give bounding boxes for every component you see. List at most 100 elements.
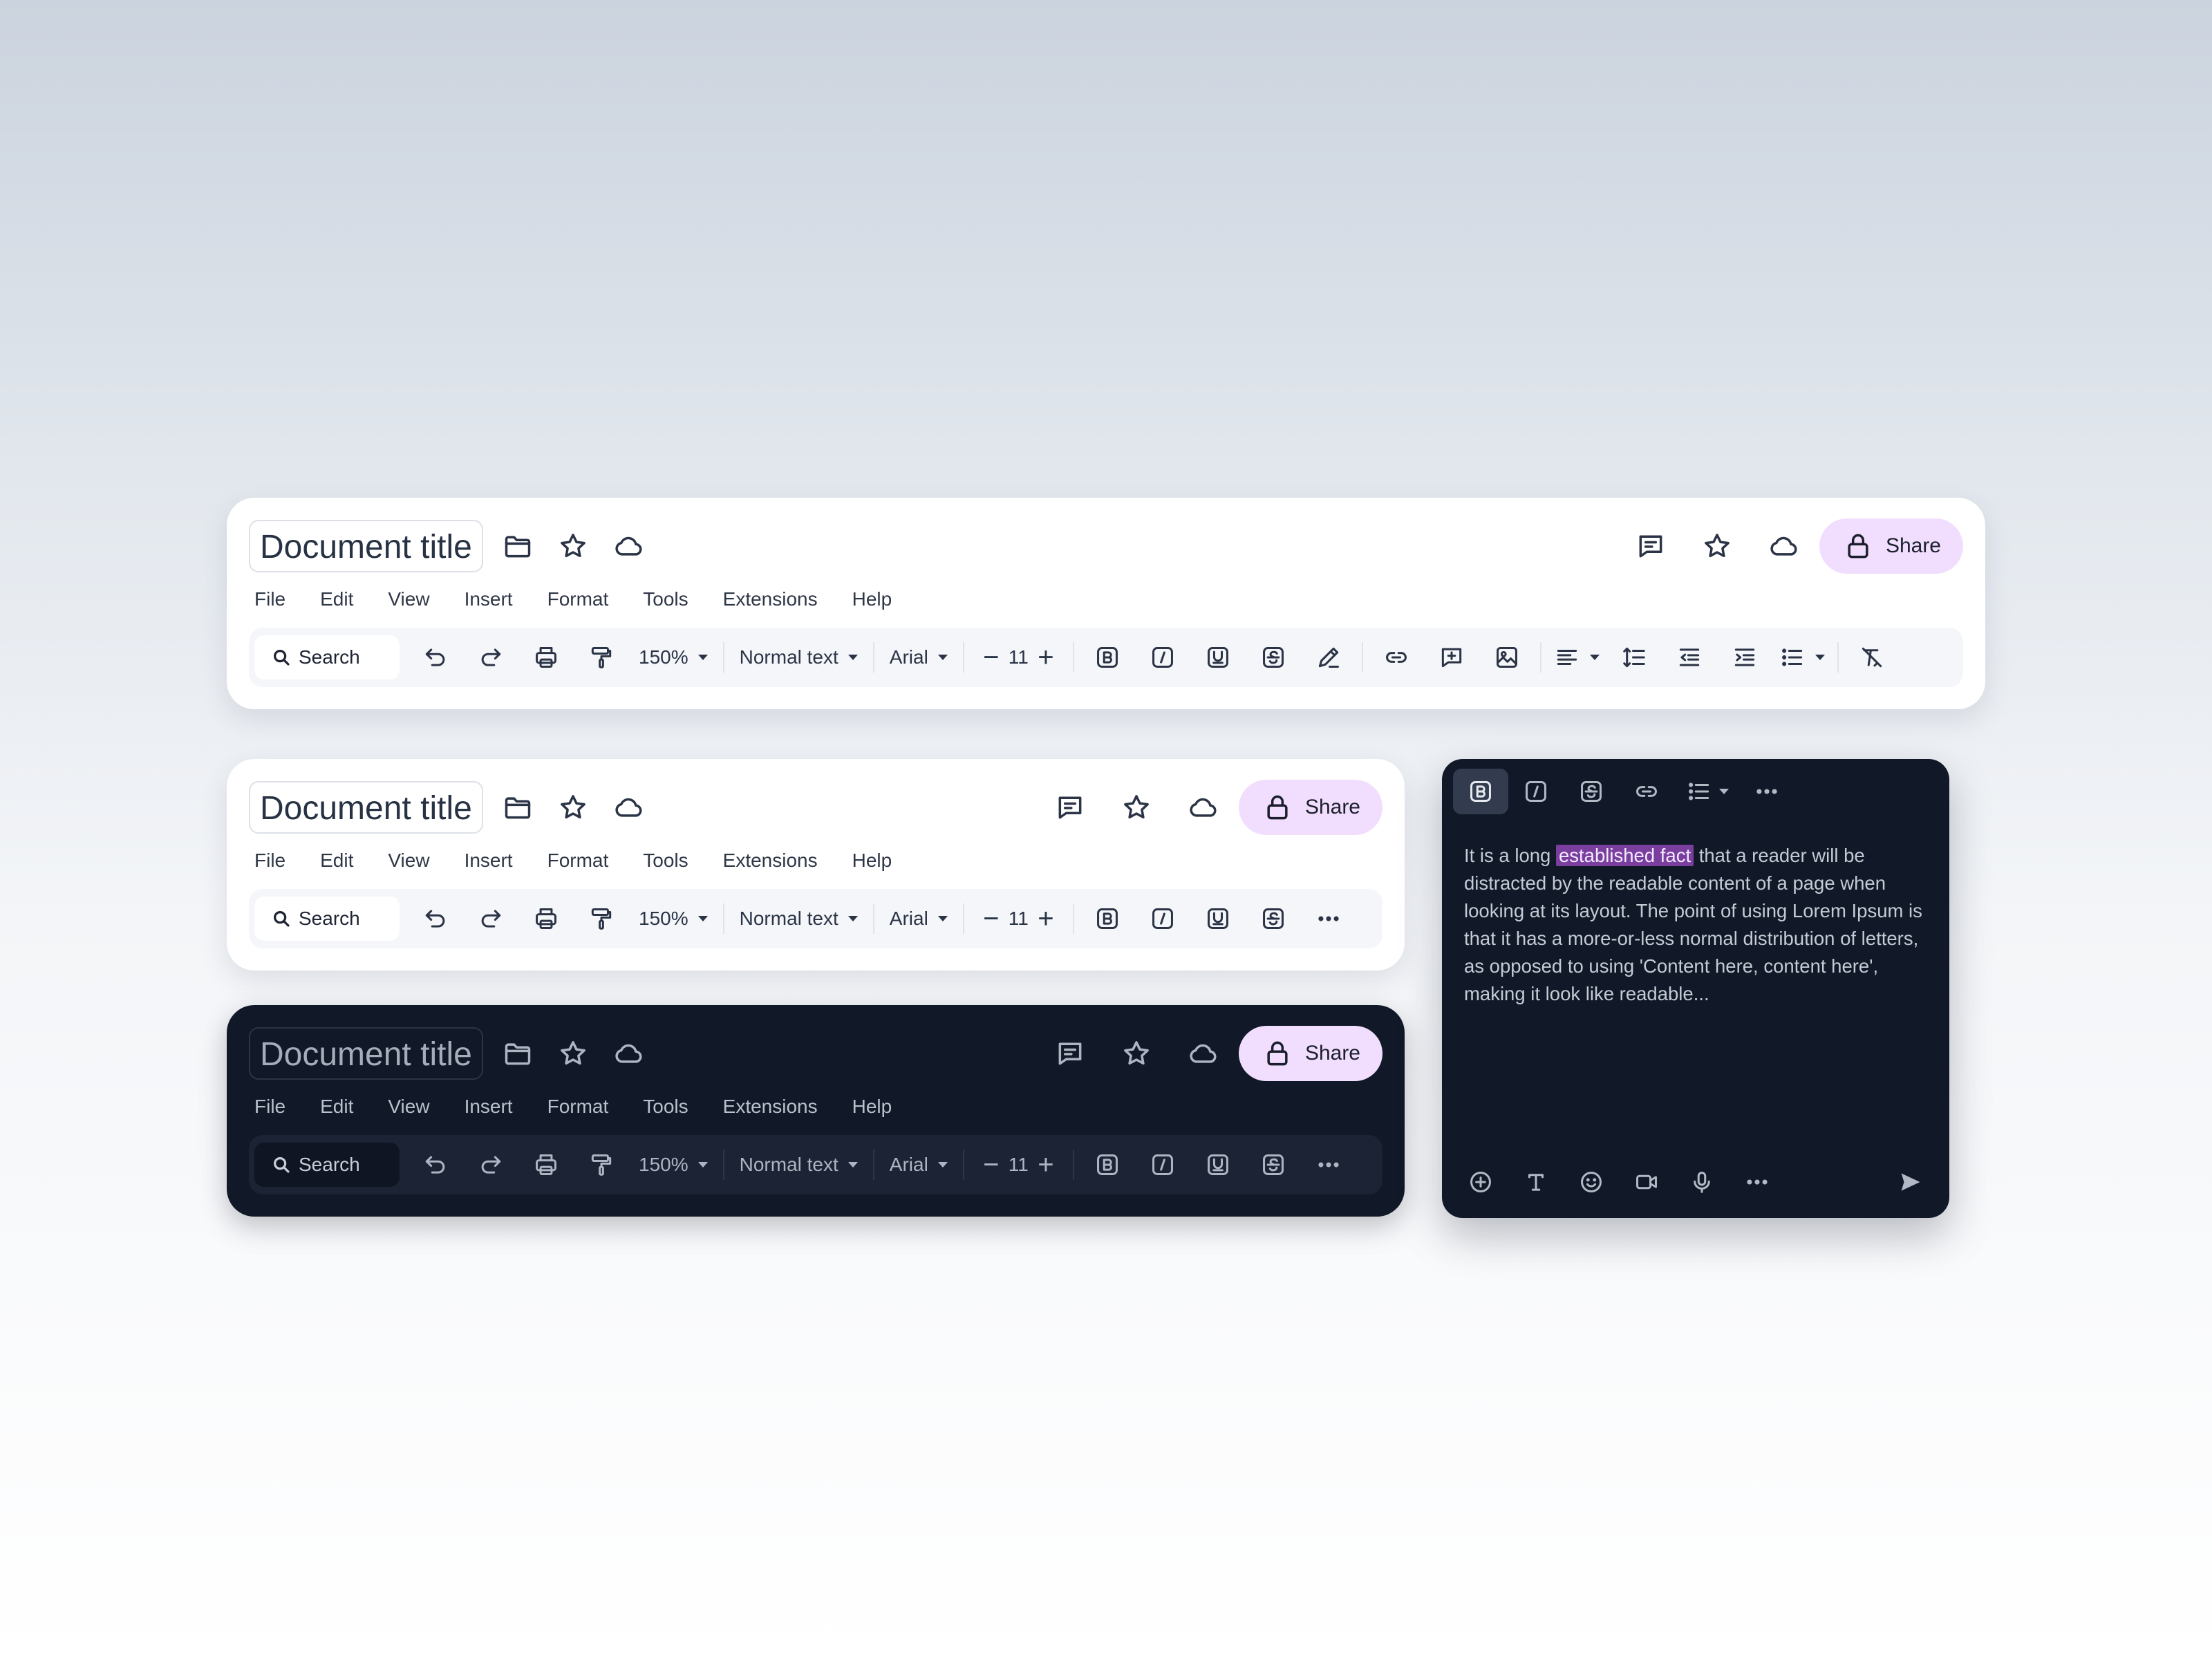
share-button[interactable]: Share — [1819, 518, 1963, 574]
font-dropdown[interactable]: Arial — [880, 630, 957, 685]
more-icon[interactable] — [1301, 1137, 1356, 1192]
search-input[interactable]: Search — [254, 635, 400, 679]
microphone-icon[interactable] — [1674, 1154, 1730, 1210]
style-dropdown[interactable]: Normal text — [730, 1137, 868, 1192]
menu-edit[interactable]: Edit — [320, 1096, 353, 1118]
search-input[interactable]: Search — [254, 897, 400, 941]
paint-format-icon[interactable] — [574, 891, 629, 946]
font-dropdown[interactable]: Arial — [880, 1137, 957, 1192]
menu-insert[interactable]: Insert — [465, 1096, 513, 1118]
cloud-icon[interactable] — [1175, 1026, 1230, 1081]
document-title[interactable]: Document title — [249, 520, 483, 572]
menu-file[interactable]: File — [254, 850, 285, 872]
align-dropdown[interactable] — [1547, 630, 1606, 685]
strikethrough-icon[interactable] — [1246, 1137, 1301, 1192]
italic-icon[interactable] — [1135, 1137, 1190, 1192]
increase-font-size-button[interactable]: + — [1035, 905, 1056, 932]
increase-font-size-button[interactable]: + — [1035, 1151, 1056, 1179]
menu-view[interactable]: View — [388, 850, 429, 872]
star-icon[interactable] — [545, 1026, 601, 1081]
cloud-icon[interactable] — [601, 780, 656, 835]
menu-extensions[interactable]: Extensions — [723, 588, 818, 610]
menu-format[interactable]: Format — [547, 1096, 609, 1118]
italic-icon[interactable] — [1135, 630, 1190, 685]
print-icon[interactable] — [518, 1137, 574, 1192]
menu-tools[interactable]: Tools — [643, 588, 688, 610]
text-style-icon[interactable] — [1508, 1154, 1564, 1210]
redo-icon[interactable] — [463, 891, 518, 946]
add-circle-icon[interactable] — [1453, 1154, 1508, 1210]
cloud-icon[interactable] — [601, 518, 656, 574]
bold-icon[interactable] — [1080, 1137, 1135, 1192]
emoji-icon[interactable] — [1564, 1154, 1619, 1210]
link-icon[interactable] — [1369, 630, 1424, 685]
line-spacing-icon[interactable] — [1606, 630, 1662, 685]
menu-view[interactable]: View — [388, 1096, 429, 1118]
strikethrough-icon[interactable] — [1246, 891, 1301, 946]
bold-icon[interactable] — [1080, 630, 1135, 685]
menu-help[interactable]: Help — [852, 588, 892, 610]
decrease-font-size-button[interactable]: − — [981, 905, 1002, 932]
star-icon[interactable] — [1689, 518, 1745, 574]
bullet-list-dropdown[interactable] — [1674, 769, 1741, 814]
video-icon[interactable] — [1619, 1154, 1674, 1210]
more-icon[interactable] — [1301, 891, 1356, 946]
document-title[interactable]: Document title — [249, 1027, 483, 1080]
undo-icon[interactable] — [408, 1137, 463, 1192]
bold-icon[interactable] — [1080, 891, 1135, 946]
star-icon[interactable] — [1109, 780, 1164, 835]
menu-help[interactable]: Help — [852, 1096, 892, 1118]
decrease-font-size-button[interactable]: − — [981, 644, 1002, 671]
redo-icon[interactable] — [463, 630, 518, 685]
italic-icon[interactable] — [1508, 769, 1564, 814]
paint-format-icon[interactable] — [574, 630, 629, 685]
font-size-value[interactable]: 11 — [1009, 908, 1029, 930]
document-title[interactable]: Document title — [249, 781, 483, 834]
menu-edit[interactable]: Edit — [320, 588, 353, 610]
comment-icon[interactable] — [1042, 1026, 1098, 1081]
menu-file[interactable]: File — [254, 588, 285, 610]
comment-icon[interactable] — [1042, 780, 1098, 835]
comment-icon[interactable] — [1623, 518, 1678, 574]
highlight-pen-icon[interactable] — [1301, 630, 1356, 685]
print-icon[interactable] — [518, 630, 574, 685]
undo-icon[interactable] — [408, 891, 463, 946]
style-dropdown[interactable]: Normal text — [730, 891, 868, 946]
star-icon[interactable] — [545, 518, 601, 574]
italic-icon[interactable] — [1135, 891, 1190, 946]
more-icon[interactable] — [1730, 1154, 1785, 1210]
cloud-icon[interactable] — [1175, 780, 1230, 835]
star-icon[interactable] — [545, 780, 601, 835]
print-icon[interactable] — [518, 891, 574, 946]
undo-icon[interactable] — [408, 630, 463, 685]
menu-extensions[interactable]: Extensions — [723, 1096, 818, 1118]
font-dropdown[interactable]: Arial — [880, 891, 957, 946]
link-icon[interactable] — [1619, 769, 1674, 814]
strikethrough-icon[interactable] — [1564, 769, 1619, 814]
underline-icon[interactable] — [1190, 630, 1246, 685]
search-input[interactable]: Search — [254, 1143, 400, 1187]
share-button[interactable]: Share — [1238, 780, 1382, 835]
menu-format[interactable]: Format — [547, 850, 609, 872]
menu-tools[interactable]: Tools — [643, 1096, 688, 1118]
cloud-icon[interactable] — [1756, 518, 1811, 574]
menu-insert[interactable]: Insert — [465, 850, 513, 872]
font-size-value[interactable]: 11 — [1009, 646, 1029, 668]
underline-icon[interactable] — [1190, 1137, 1246, 1192]
menu-edit[interactable]: Edit — [320, 850, 353, 872]
menu-view[interactable]: View — [388, 588, 429, 610]
add-comment-icon[interactable] — [1424, 630, 1479, 685]
decrease-indent-icon[interactable] — [1662, 630, 1717, 685]
strikethrough-icon[interactable] — [1246, 630, 1301, 685]
cloud-icon[interactable] — [601, 1026, 656, 1081]
clear-formatting-icon[interactable] — [1844, 630, 1900, 685]
menu-file[interactable]: File — [254, 1096, 285, 1118]
menu-format[interactable]: Format — [547, 588, 609, 610]
send-icon[interactable] — [1883, 1154, 1938, 1210]
zoom-dropdown[interactable]: 150% — [629, 1137, 718, 1192]
image-icon[interactable] — [1479, 630, 1535, 685]
star-icon[interactable] — [1109, 1026, 1164, 1081]
paint-format-icon[interactable] — [574, 1137, 629, 1192]
underline-icon[interactable] — [1190, 891, 1246, 946]
bold-icon[interactable] — [1453, 769, 1508, 814]
